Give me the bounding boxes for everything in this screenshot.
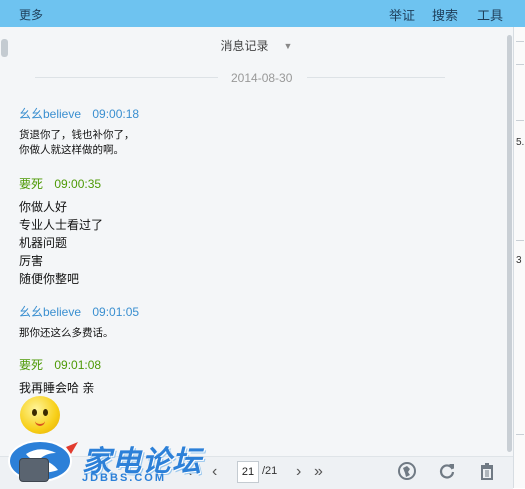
keyboard-icon bbox=[19, 458, 49, 482]
globe-icon[interactable] bbox=[397, 461, 417, 481]
message-time: 09:01:08 bbox=[54, 358, 102, 372]
message-history-window: 消息记录 ▼ 2014-08-30 幺幺believe 09:00:18 货退你了… bbox=[0, 27, 514, 489]
top-menu-bar: 更多 举证 搜索 工具 bbox=[0, 0, 525, 27]
refresh-icon[interactable] bbox=[437, 461, 457, 481]
edge-text: 3 bbox=[516, 255, 522, 266]
vertical-scrollbar[interactable] bbox=[507, 35, 512, 452]
edge-line bbox=[516, 41, 524, 42]
prev-page-icon[interactable]: ‹ bbox=[212, 463, 217, 481]
message: 要死 09:01:08 我再睡会哈 亲 bbox=[19, 356, 101, 397]
last-page-icon[interactable]: » bbox=[314, 463, 323, 481]
message-line: 厉害 bbox=[19, 254, 44, 268]
menu-report[interactable]: 举证 bbox=[389, 5, 415, 24]
history-date: 2014-08-30 bbox=[231, 71, 293, 85]
message-line: 专业人士看过了 bbox=[19, 218, 104, 232]
message-line: 货退你了，钱也补你了， bbox=[19, 129, 135, 141]
history-title-dropdown[interactable]: 消息记录 ▼ bbox=[0, 37, 513, 54]
next-page-icon[interactable]: › bbox=[296, 463, 301, 481]
message-line: 我再睡会哈 亲 bbox=[19, 381, 95, 395]
trash-icon[interactable] bbox=[477, 461, 497, 481]
dropdown-arrow-icon: ▼ bbox=[283, 41, 293, 51]
message-line: 随便你整吧 bbox=[19, 272, 80, 286]
message: 幺幺believe 09:00:18 货退你了，钱也补你了， 你做人就这样做的啊… bbox=[19, 105, 139, 158]
message-sender[interactable]: 幺幺believe bbox=[19, 303, 81, 320]
edge-line bbox=[516, 434, 524, 435]
edge-line bbox=[516, 64, 524, 65]
menu-search[interactable]: 搜索 bbox=[432, 5, 458, 24]
message: 幺幺believe 09:01:05 那你还这么多费话。 bbox=[19, 303, 139, 341]
message-time: 09:00:35 bbox=[54, 177, 102, 191]
site-watermark-logo: 家电论坛 JDBBS.COM bbox=[6, 436, 204, 486]
menu-tools[interactable]: 工具 bbox=[477, 5, 503, 24]
watermark-site: JDBBS.COM bbox=[82, 472, 167, 484]
date-separator: 2014-08-30 bbox=[35, 70, 445, 86]
message-line: 机器问题 bbox=[19, 236, 68, 250]
edge-line bbox=[516, 120, 524, 121]
divider-line bbox=[307, 77, 445, 78]
message-time: 09:01:05 bbox=[92, 305, 140, 319]
message-sender[interactable]: 要死 bbox=[19, 356, 43, 373]
message-sender[interactable]: 幺幺believe bbox=[19, 105, 81, 122]
message-line: 你做人就这样做的啊。 bbox=[19, 144, 124, 156]
message-sender[interactable]: 要死 bbox=[19, 175, 43, 192]
history-title: 消息记录 bbox=[220, 39, 269, 53]
message: 要死 09:00:35 你做人好 专业人士看过了 机器问题 厉害 随便你整吧 bbox=[19, 175, 103, 288]
divider-line bbox=[35, 77, 218, 78]
edge-line bbox=[516, 240, 524, 241]
message-time: 09:00:18 bbox=[92, 107, 140, 121]
smiley-emoji-icon bbox=[20, 396, 60, 434]
background-window-edge: 5. 3 bbox=[514, 27, 525, 488]
more-menu[interactable]: 更多 bbox=[19, 6, 43, 23]
page-total: /21 bbox=[262, 465, 278, 477]
edge-text: 5. bbox=[516, 137, 525, 148]
page-number-input[interactable]: 21 bbox=[237, 461, 259, 483]
message-line: 你做人好 bbox=[19, 200, 68, 214]
message-line: 那你还这么多费话。 bbox=[19, 327, 114, 339]
